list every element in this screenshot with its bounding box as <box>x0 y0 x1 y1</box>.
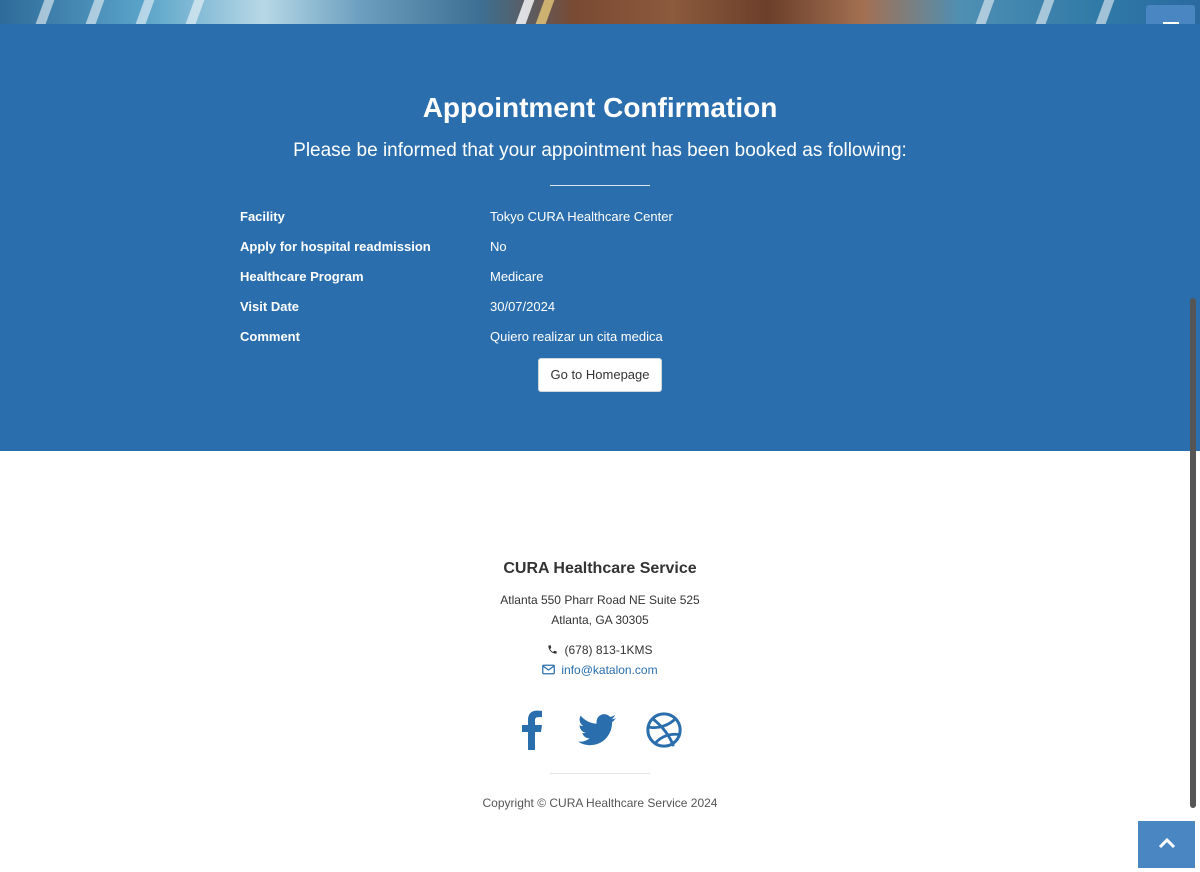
visit-date-row: Visit Date 30/07/2024 <box>240 299 960 321</box>
program-row: Healthcare Program Medicare <box>240 269 960 291</box>
envelope-icon <box>542 664 556 678</box>
hero-image <box>0 0 1200 24</box>
comment-label: Comment <box>240 329 300 344</box>
facility-value: Tokyo CURA Healthcare Center <box>490 209 673 224</box>
scrollbar-thumb[interactable] <box>1190 298 1196 808</box>
phone-icon <box>547 644 558 658</box>
visit-date-label: Visit Date <box>240 299 300 314</box>
twitter-icon <box>578 713 616 751</box>
phone-number: (678) 813-1KMS <box>564 643 653 657</box>
visit-date-value: 30/07/2024 <box>490 299 556 314</box>
facility-label: Facility <box>240 209 285 224</box>
dribbble-icon <box>645 711 683 754</box>
comment-row: Comment Quiero realizar un cita medica <box>240 329 960 351</box>
footer-company-name: CURA Healthcare Service <box>503 560 697 577</box>
phone-line: (678) 813-1KMS <box>0 643 1200 658</box>
twitter-link[interactable] <box>573 708 621 756</box>
comment-value: Quiero realizar un cita medica <box>490 329 663 344</box>
program-value: Medicare <box>490 269 544 284</box>
chevron-up-icon <box>1158 836 1176 854</box>
divider <box>550 185 650 186</box>
footer-divider <box>550 773 650 774</box>
facebook-link[interactable] <box>507 708 555 756</box>
page-subtitle: Please be informed that your appointment… <box>293 140 907 161</box>
readmission-row: Apply for hospital readmission No <box>240 239 960 261</box>
readmission-value: No <box>490 239 507 254</box>
appointment-confirmation-section: Appointment Confirmation Please be infor… <box>0 24 1200 451</box>
go-to-homepage-button[interactable]: Go to Homepage <box>538 358 662 392</box>
readmission-label: Apply for hospital readmission <box>240 239 431 254</box>
facility-row: Facility Tokyo CURA Healthcare Center <box>240 209 960 231</box>
address-line-1: Atlanta 550 Pharr Road NE Suite 525 <box>500 593 700 607</box>
scroll-to-top-button[interactable] <box>1138 821 1195 868</box>
page-title: Appointment Confirmation <box>422 92 778 123</box>
email-line: info@katalon.com <box>0 663 1200 678</box>
dribbble-link[interactable] <box>640 708 688 756</box>
email-link[interactable]: info@katalon.com <box>561 663 657 677</box>
program-label: Healthcare Program <box>240 269 364 284</box>
copyright-text: Copyright © CURA Healthcare Service 2024 <box>482 796 718 810</box>
address-line-2: Atlanta, GA 30305 <box>551 613 649 627</box>
facebook-icon <box>518 710 544 755</box>
